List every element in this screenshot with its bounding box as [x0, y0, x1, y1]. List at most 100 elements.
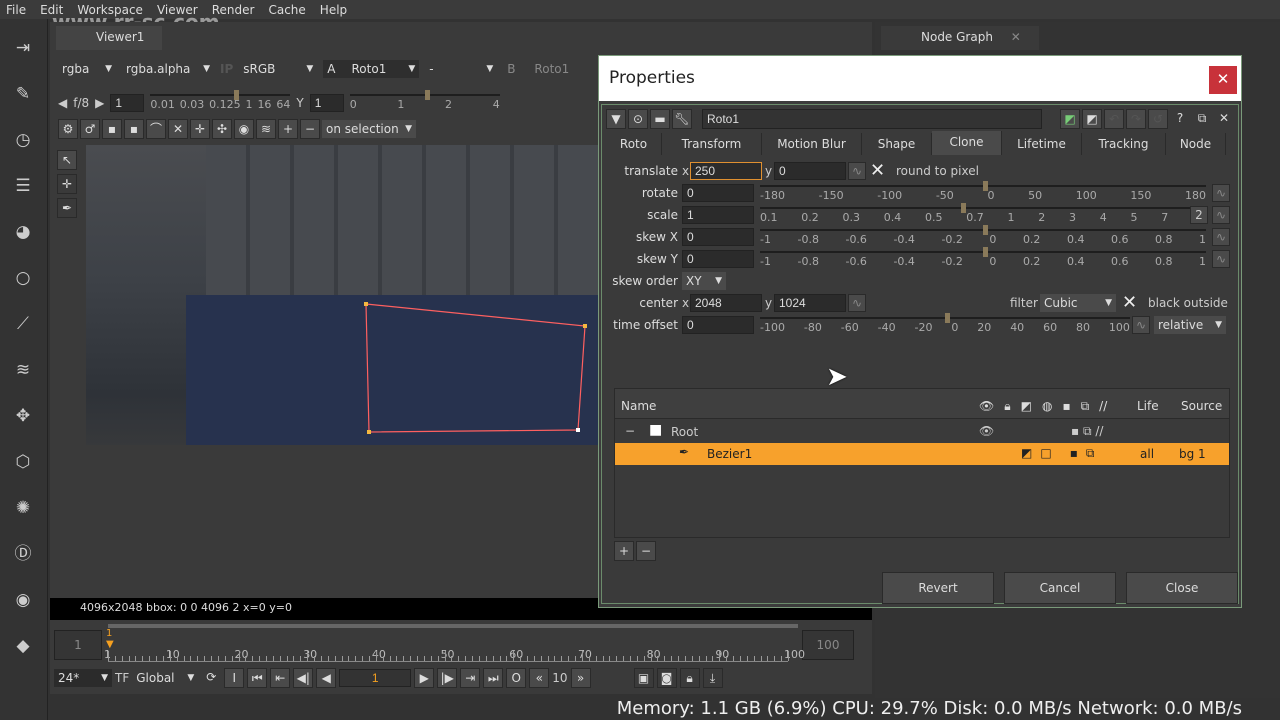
fps-dropdown[interactable]: 24* ▼: [54, 669, 112, 687]
slider-handle[interactable]: [960, 203, 966, 213]
close-tab-icon[interactable]: ✕: [1011, 30, 1021, 44]
link-icon[interactable]: ♂: [80, 119, 100, 139]
tab-node[interactable]: Node: [1166, 133, 1226, 155]
deep-icon[interactable]: Ⓓ: [10, 543, 36, 565]
timeline-end[interactable]: 100: [802, 630, 854, 660]
translate-y-input[interactable]: [774, 162, 846, 180]
lock-icon[interactable]: 🔒︎: [679, 668, 700, 688]
node-name-input[interactable]: [702, 109, 1042, 129]
record-icon[interactable]: ◙: [656, 668, 677, 688]
3d-icon[interactable]: ⬡: [10, 451, 36, 473]
transform-points-icon[interactable]: ✣: [212, 119, 232, 139]
tab-clone[interactable]: Clone: [932, 131, 1002, 155]
row-life[interactable]: all: [1140, 447, 1154, 461]
timeline-range-bar[interactable]: [108, 624, 798, 628]
in-point-icon[interactable]: I: [224, 668, 245, 688]
input-a-dropdown[interactable]: A Roto1 ▼: [323, 60, 420, 78]
eye-icon[interactable]: 👁︎: [979, 424, 994, 438]
bezier-tool-icon[interactable]: ✒: [57, 198, 77, 218]
tab-tracking[interactable]: Tracking: [1082, 133, 1166, 155]
point-icon[interactable]: ▪: [124, 119, 144, 139]
step-forward-icon[interactable]: »: [570, 668, 591, 688]
step-back-icon[interactable]: «: [529, 668, 550, 688]
undo-icon[interactable]: ↶: [1104, 109, 1124, 129]
animation-icon[interactable]: ∿: [1212, 206, 1230, 224]
tree-row-bezier1[interactable]: ✒ Bezier1 ◩ □ ▪ ⧉ all bg 1: [615, 443, 1229, 465]
center-icon[interactable]: ✛: [190, 119, 210, 139]
animation-icon[interactable]: ∿: [848, 294, 866, 312]
time-offset-mode-dropdown[interactable]: relative ▼: [1154, 316, 1226, 334]
translate-x-input[interactable]: [690, 162, 762, 180]
keyer-icon[interactable]: ⟋: [10, 313, 36, 335]
overlay-icon[interactable]: ⧉: [1086, 446, 1095, 461]
close-button[interactable]: Close: [1126, 572, 1238, 604]
fstop-next-icon[interactable]: ▶: [95, 96, 104, 110]
colorspace-dropdown[interactable]: sRGB ▼: [239, 60, 318, 78]
settings-icon[interactable]: ⚙: [58, 119, 78, 139]
prev-keyframe-icon[interactable]: ⇤: [270, 668, 291, 688]
last-frame-icon[interactable]: ⏭: [483, 668, 504, 688]
remove-key-icon[interactable]: −: [300, 119, 320, 139]
blend-icon[interactable]: ▪: [1070, 446, 1078, 461]
add-shape-button[interactable]: +: [614, 541, 634, 561]
wipe-dropdown[interactable]: - ▼: [425, 60, 498, 78]
alpha-dropdown[interactable]: rgba.alpha ▼: [122, 60, 214, 78]
tab-motion-blur[interactable]: Motion Blur: [762, 133, 862, 155]
row-toggles[interactable]: ◩ □ ▪ ⧉: [1021, 446, 1094, 461]
global-dropdown[interactable]: Global ▼: [132, 669, 199, 687]
dimension-button[interactable]: 2: [1190, 206, 1208, 224]
out-point-icon[interactable]: O: [506, 668, 527, 688]
tab-lifetime[interactable]: Lifetime: [1002, 133, 1082, 155]
center-y-input[interactable]: [774, 294, 846, 312]
points-tool-icon[interactable]: ✛: [57, 174, 77, 194]
step-value[interactable]: 10: [552, 671, 567, 685]
lock-point-icon[interactable]: ▪: [102, 119, 122, 139]
color-icon[interactable]: □: [1040, 446, 1051, 461]
flipbook-icon[interactable]: ▣: [633, 668, 654, 688]
cancel-button[interactable]: Cancel: [1004, 572, 1116, 604]
arrow-icon[interactable]: ⇥: [10, 37, 36, 59]
animation-icon[interactable]: ∿: [1212, 184, 1230, 202]
center-node-icon[interactable]: ⊙: [628, 109, 648, 129]
tf-dropdown[interactable]: TF: [115, 671, 129, 685]
animation-icon[interactable]: ∿: [848, 162, 866, 180]
collapse-icon[interactable]: ▼: [606, 109, 626, 129]
filter-icon[interactable]: ○: [10, 267, 36, 289]
visibility-icon[interactable]: ◉: [234, 119, 254, 139]
invert-icon[interactable]: ◩: [1021, 446, 1032, 461]
remove-shape-button[interactable]: −: [636, 541, 656, 561]
menu-help[interactable]: Help: [320, 3, 347, 17]
rotate-slider[interactable]: -180 -150 -100 -50 0 50 100 150 180: [760, 181, 1206, 203]
color-icon[interactable]: ▬: [650, 109, 670, 129]
timeline-scrubber[interactable]: 1102030405060708090100: [104, 632, 805, 662]
frame-input[interactable]: [339, 669, 412, 687]
add-key-icon[interactable]: +: [278, 119, 298, 139]
gl-color-icon[interactable]: ◩: [1082, 109, 1102, 129]
redo-icon[interactable]: ↷: [1126, 109, 1146, 129]
play-forward-icon[interactable]: ▶: [414, 668, 435, 688]
skewx-input[interactable]: [682, 228, 754, 246]
transform-icon[interactable]: ✥: [10, 405, 36, 427]
slider-handle[interactable]: [983, 225, 988, 235]
rotate-input[interactable]: [682, 184, 754, 202]
select-tool-icon[interactable]: ↖: [57, 150, 77, 170]
scale-slider[interactable]: 0.10.20.30.40.50.712345710: [760, 203, 1206, 225]
prev-frame-icon[interactable]: ◀|: [293, 668, 314, 688]
round-checkbox[interactable]: ✕: [870, 162, 885, 180]
close-panel-icon[interactable]: ✕: [1214, 109, 1234, 129]
row-source[interactable]: bg 1: [1179, 447, 1206, 461]
first-frame-icon[interactable]: ⏮: [247, 668, 268, 688]
filter-dropdown[interactable]: Cubic ▼: [1040, 294, 1116, 312]
roto-mode-dropdown[interactable]: on selection ▼: [322, 120, 416, 138]
slider-handle[interactable]: [983, 247, 988, 257]
color-icon[interactable]: ◕: [10, 221, 36, 243]
gamma-slider[interactable]: 0 1 2 4: [349, 90, 500, 112]
black-outside-checkbox[interactable]: ✕: [1122, 294, 1137, 312]
tab-node-graph[interactable]: Node Graph ✕: [881, 26, 1039, 50]
input-b-dropdown[interactable]: B Roto1: [503, 60, 574, 78]
slider-handle[interactable]: [983, 181, 988, 191]
scale-input[interactable]: [682, 206, 754, 224]
menu-file[interactable]: File: [6, 3, 26, 17]
gain-slider[interactable]: 0.01 0.03 0.125 1 16 64: [150, 90, 291, 112]
revert-icon[interactable]: ↺: [1148, 109, 1168, 129]
